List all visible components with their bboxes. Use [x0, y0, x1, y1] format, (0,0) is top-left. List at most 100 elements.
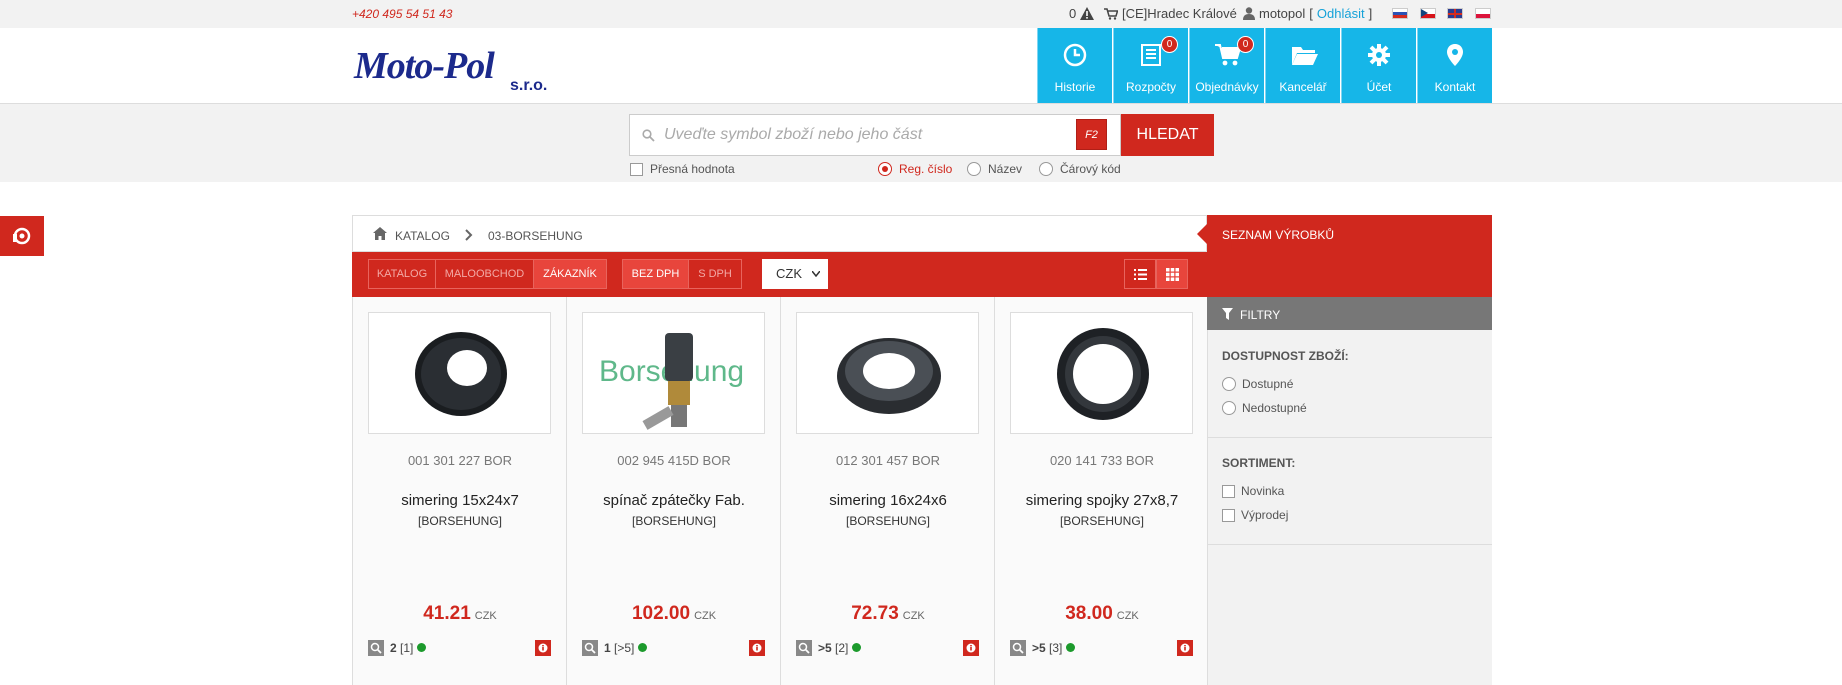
filter-sale[interactable]: Výprodej — [1222, 508, 1288, 522]
product-brand: [BORSEHUNG] — [417, 514, 502, 528]
nav-rozpocty[interactable]: 0 Rozpočty — [1113, 28, 1188, 103]
info-icon[interactable] — [749, 640, 765, 656]
product-code: 001 301 227 BOR — [407, 453, 513, 468]
in-stock-dot — [417, 643, 427, 652]
product-name[interactable]: simering 16x24x6 — [781, 492, 995, 509]
nav-kontakt[interactable]: Kontakt — [1417, 28, 1492, 103]
flag-gb-icon[interactable] — [1447, 8, 1463, 19]
product-name[interactable]: simering spojky 27x8,7 — [995, 492, 1209, 509]
cart-icon — [1104, 7, 1118, 20]
home-icon[interactable] — [373, 227, 387, 240]
branch-selector[interactable]: [CE]Hradec Králové — [1104, 6, 1237, 21]
user-icon — [1243, 7, 1255, 20]
product-card[interactable]: 020 141 733 BOR simering spojky 27x8,7 [… — [995, 297, 1209, 685]
filter-new[interactable]: Novinka — [1222, 484, 1284, 498]
nav-kancelar[interactable]: Kancelář — [1265, 28, 1340, 103]
info-icon[interactable] — [1177, 640, 1193, 656]
stock-info: >5 [3] — [1032, 641, 1076, 655]
breadcrumb-current: 03-BORSEHUNG — [488, 229, 583, 243]
zoom-icon[interactable] — [582, 640, 598, 656]
filter-header[interactable]: FILTRY — [1207, 297, 1492, 330]
logout-link[interactable]: Odhlásit — [1317, 6, 1365, 21]
filter-unavailable-radio[interactable] — [1222, 401, 1236, 415]
currency-value: CZK — [776, 266, 802, 281]
product-image[interactable] — [1010, 312, 1193, 434]
stock-info: 2 [1] — [390, 641, 427, 655]
zoom-icon[interactable] — [368, 640, 384, 656]
product-card[interactable]: Borsehung 002 945 415D BOR spínač zpáteč… — [567, 297, 781, 685]
username: motopol — [1259, 6, 1306, 21]
product-price: 41.21 CZK — [423, 603, 497, 624]
nav-objednavky[interactable]: 0 Objednávky — [1189, 28, 1264, 103]
company-logo[interactable]: Moto-Pol s.r.o. — [352, 38, 562, 96]
nav-ucet[interactable]: Účet — [1341, 28, 1416, 103]
price-type-customer[interactable]: ZÁKAZNÍK — [533, 259, 607, 289]
chevron-right-icon — [465, 229, 473, 241]
flag-ru-icon[interactable] — [1392, 8, 1408, 19]
nav-label: Kontakt — [1434, 80, 1476, 94]
search-button[interactable]: HLEDAT — [1121, 114, 1214, 156]
side-tab[interactable] — [0, 216, 44, 256]
filter-icon — [1222, 308, 1233, 320]
mode-reg-number-radio[interactable] — [878, 162, 892, 176]
list-icon — [1141, 44, 1161, 66]
orders-count-badge: 0 — [1237, 36, 1254, 53]
user-menu[interactable]: motopol [ Odhlásit ] — [1243, 6, 1372, 21]
title-arrow — [1197, 224, 1207, 244]
product-image[interactable]: Borsehung — [582, 312, 765, 434]
search-box[interactable] — [629, 114, 1121, 156]
chevron-down-icon — [812, 271, 820, 277]
product-code: 020 141 733 BOR — [1049, 453, 1155, 468]
product-card[interactable]: 012 301 457 BOR simering 16x24x6 [BORSEH… — [781, 297, 995, 685]
vat-excluded[interactable]: BEZ DPH — [622, 259, 689, 289]
mode-barcode-radio[interactable] — [1039, 162, 1053, 176]
info-icon[interactable] — [963, 640, 979, 656]
nav-historie[interactable]: Historie — [1037, 28, 1112, 103]
flag-pl-icon[interactable] — [1475, 8, 1491, 19]
exact-value-option[interactable]: Přesná hodnota — [630, 162, 735, 176]
filter-divider — [1207, 544, 1492, 545]
filter-sale-checkbox[interactable] — [1222, 508, 1235, 522]
breadcrumb-root[interactable]: KATALOG — [395, 229, 450, 243]
nav-label: Rozpočty — [1125, 80, 1177, 94]
list-view-icon — [1134, 269, 1147, 280]
list-view-button[interactable] — [1124, 259, 1156, 289]
product-card[interactable]: 001 301 227 BOR simering 15x24x7 [BORSEH… — [353, 297, 567, 685]
filter-new-checkbox[interactable] — [1222, 484, 1235, 498]
product-name[interactable]: simering 15x24x7 — [353, 492, 567, 509]
product-image[interactable] — [796, 312, 979, 434]
zoom-icon[interactable] — [1010, 640, 1026, 656]
product-name[interactable]: spínač zpátečky Fab. — [567, 492, 781, 509]
in-stock-dot — [1066, 643, 1076, 652]
hotkey-badge[interactable]: F2 — [1076, 119, 1107, 150]
search-input[interactable] — [664, 124, 1044, 146]
alerts[interactable]: 0 — [1069, 6, 1095, 21]
zoom-icon[interactable] — [796, 640, 812, 656]
flag-cz-icon[interactable] — [1420, 8, 1436, 19]
branch-name: [CE]Hradec Králové — [1122, 6, 1237, 21]
mode-name-radio[interactable] — [967, 162, 981, 176]
gear-icon — [1368, 44, 1390, 66]
grid-view-button[interactable] — [1156, 259, 1188, 289]
filter-unavailable[interactable]: Nedostupné — [1222, 401, 1307, 415]
price-type-catalog[interactable]: KATALOG — [368, 259, 436, 289]
nav-label: Historie — [1054, 80, 1096, 94]
mode-barcode[interactable]: Čárový kód — [1039, 162, 1121, 176]
product-image[interactable] — [368, 312, 551, 434]
location-icon — [1447, 44, 1463, 66]
vat-included[interactable]: S DPH — [688, 259, 742, 289]
filter-available-radio[interactable] — [1222, 377, 1236, 391]
filter-available[interactable]: Dostupné — [1222, 377, 1293, 391]
stock-info: 1 [>5] — [604, 641, 648, 655]
info-icon[interactable] — [535, 640, 551, 656]
availability-title: DOSTUPNOST ZBOŽÍ: — [1222, 349, 1349, 363]
exact-value-checkbox[interactable] — [630, 162, 643, 176]
mode-reg-number[interactable]: Reg. číslo — [878, 162, 952, 176]
phone-number[interactable]: +420 495 54 51 43 — [352, 7, 452, 21]
mode-name[interactable]: Název — [967, 162, 1022, 176]
currency-select[interactable]: CZK — [762, 259, 828, 289]
product-brand: [BORSEHUNG] — [845, 514, 930, 528]
svg-text:Moto-Pol: Moto-Pol — [353, 45, 495, 87]
grid-view-icon — [1166, 268, 1179, 281]
price-type-retail[interactable]: MALOOBCHOD — [435, 259, 534, 289]
